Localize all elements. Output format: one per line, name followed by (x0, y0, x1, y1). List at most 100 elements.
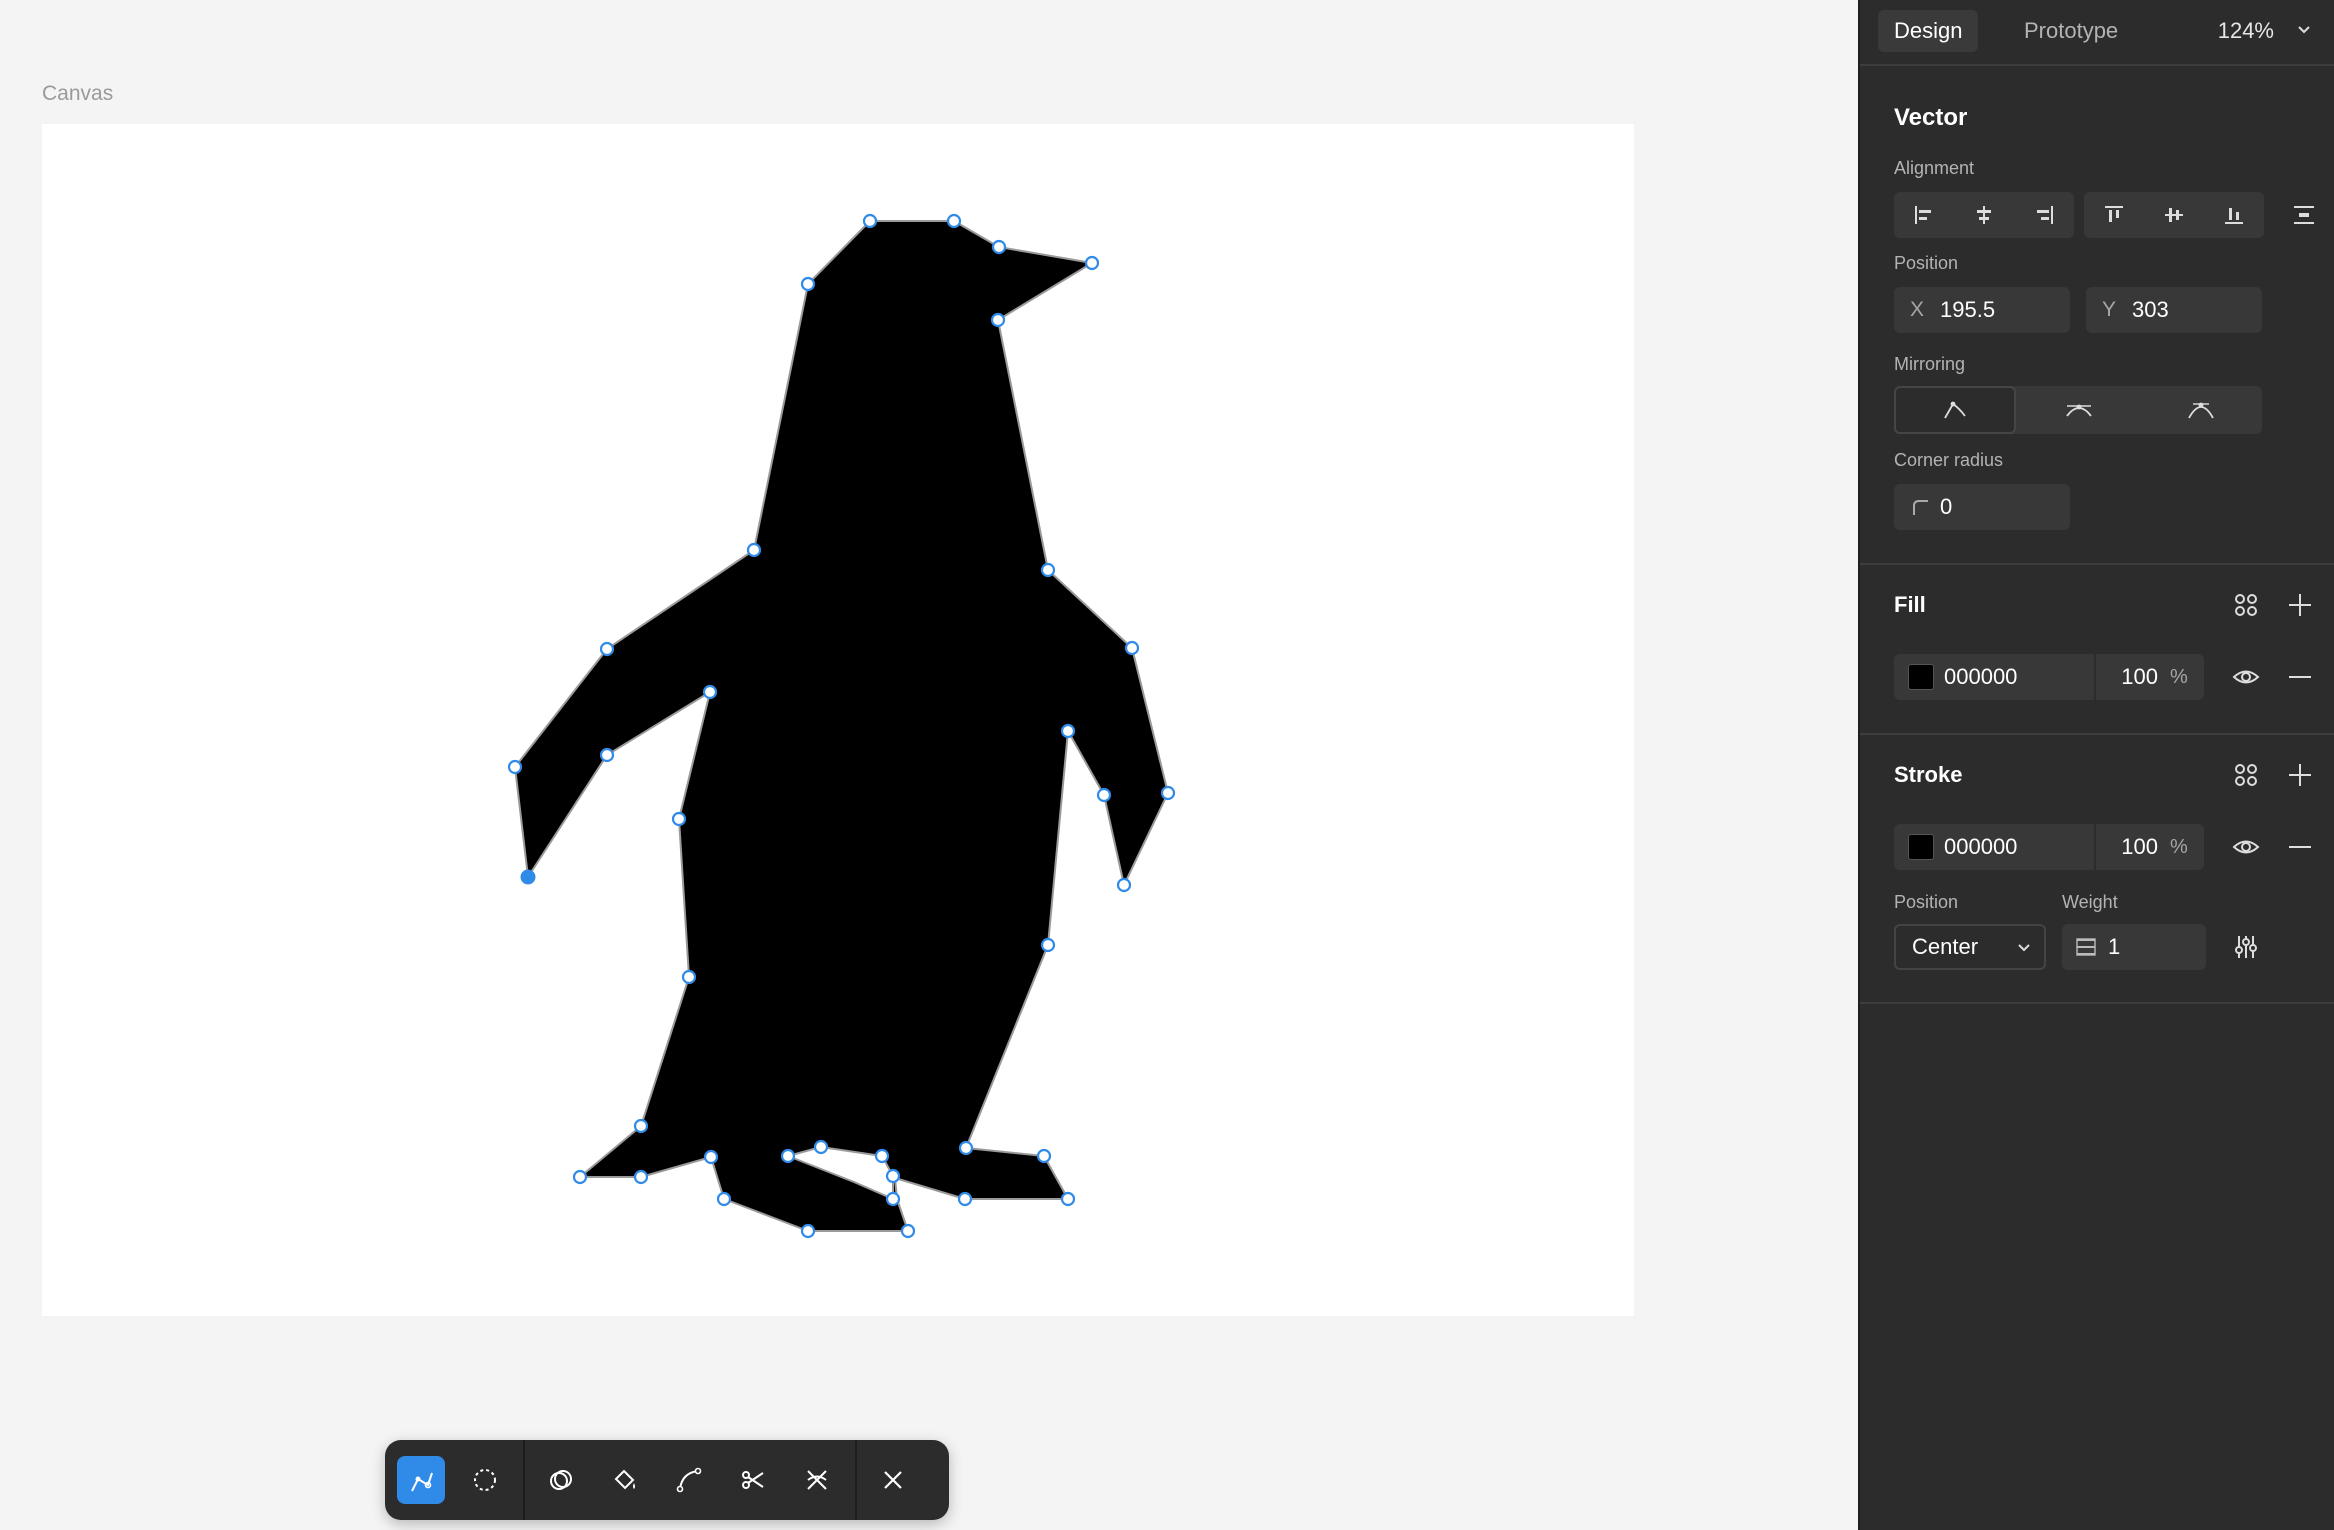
stroke-weight-label: Weight (2062, 892, 2118, 912)
stroke-hex-value[interactable]: 000000 (1944, 824, 2017, 870)
vector-anchor-point[interactable] (991, 239, 1007, 255)
shape-builder-button[interactable] (537, 1456, 585, 1504)
vector-anchor-point[interactable] (946, 213, 962, 229)
vector-anchor-point[interactable] (862, 213, 878, 229)
x-prefix: X (1910, 298, 1925, 321)
pen-curve-icon (676, 1467, 702, 1493)
mirror-none-button[interactable] (1894, 386, 2016, 434)
align-vertical-center-button[interactable] (2144, 192, 2204, 238)
stroke-visibility-button[interactable] (2228, 829, 2264, 865)
vector-anchor-point[interactable] (813, 1139, 829, 1155)
lasso-tool-button[interactable] (461, 1456, 509, 1504)
stroke-opacity-value[interactable]: 100 (2094, 824, 2158, 870)
add-fill-button[interactable] (2282, 587, 2318, 623)
zoom-level[interactable]: 124% (2218, 10, 2274, 52)
vector-anchor-point[interactable] (1116, 877, 1132, 893)
vector-anchor-point[interactable] (1124, 640, 1140, 656)
remove-stroke-button[interactable] (2282, 829, 2318, 865)
vector-anchor-point[interactable] (507, 759, 523, 775)
align-horizontal-center-button[interactable] (1954, 192, 2014, 238)
align-right-button[interactable] (2014, 192, 2074, 238)
fill-visibility-button[interactable] (2228, 659, 2264, 695)
vector-network-icon (807, 1470, 827, 1490)
vector-anchor-point[interactable] (800, 276, 816, 292)
fill-opacity-value[interactable]: 100 (2094, 654, 2158, 700)
vector-anchor-point[interactable] (1060, 1191, 1076, 1207)
fill-paint-row[interactable]: 000000 100 % (1894, 654, 2204, 700)
canvas-label: Canvas (42, 82, 114, 105)
vector-anchor-point[interactable] (874, 1148, 890, 1164)
add-stroke-button[interactable] (2282, 757, 2318, 793)
vector-anchor-point[interactable] (716, 1191, 732, 1207)
vector-anchor-point[interactable] (599, 747, 615, 763)
eye-icon (2232, 840, 2260, 854)
vector-anchor-point[interactable] (1060, 723, 1076, 739)
position-x-field[interactable]: X 195.5 (1894, 287, 2070, 333)
vector-anchor-point[interactable] (885, 1168, 901, 1184)
vector-network-button[interactable] (793, 1456, 841, 1504)
advanced-stroke-button[interactable] (2228, 929, 2264, 965)
y-prefix: Y (2102, 298, 2117, 321)
stroke-position-select[interactable]: Center (1894, 924, 2046, 970)
align-top-button[interactable] (2084, 192, 2144, 238)
corner-radius-value: 0 (1940, 494, 1953, 519)
align-top-icon (2105, 206, 2123, 222)
distribute-button[interactable] (2286, 197, 2322, 233)
stroke-styles-button[interactable] (2228, 757, 2264, 793)
vector-anchor-point[interactable] (1040, 937, 1056, 953)
close-edit-button[interactable] (869, 1456, 917, 1504)
stroke-opacity-unit: % (2170, 836, 2188, 858)
vector-anchor-point[interactable] (633, 1118, 649, 1134)
align-bottom-button[interactable] (2204, 192, 2264, 238)
vector-anchor-point[interactable] (957, 1191, 973, 1207)
stroke-position-label: Position (1894, 892, 1959, 912)
vector-anchor-point[interactable] (900, 1223, 916, 1239)
position-y-field[interactable]: Y 303 (2086, 287, 2262, 333)
section-divider (1860, 733, 2334, 735)
vector-anchor-point[interactable] (633, 1169, 649, 1185)
pen-tool-button[interactable] (665, 1456, 713, 1504)
mirror-angle-button[interactable] (2018, 386, 2140, 434)
vector-anchor-point[interactable] (702, 684, 718, 700)
paint-bucket-button[interactable] (601, 1456, 649, 1504)
vector-anchor-point[interactable] (1096, 787, 1112, 803)
stroke-paint-row[interactable]: 000000 100 % (1894, 824, 2204, 870)
vector-anchor-point[interactable] (599, 641, 615, 657)
remove-fill-button[interactable] (2282, 659, 2318, 695)
vector-anchor-point[interactable] (1160, 785, 1176, 801)
minus-icon (2289, 846, 2311, 848)
tab-prototype[interactable]: Prototype (2008, 10, 2134, 52)
vector-anchor-point[interactable] (746, 542, 762, 558)
selected-anchor-point[interactable] (520, 869, 536, 885)
vector-anchor-point[interactable] (780, 1148, 796, 1164)
plus-icon (2289, 594, 2311, 616)
vector-anchor-point[interactable] (1084, 255, 1100, 271)
vector-anchor-point[interactable] (572, 1169, 588, 1185)
align-horizontal-center-icon (1977, 206, 1991, 224)
vector-anchor-point[interactable] (681, 969, 697, 985)
vector-anchor-point[interactable] (671, 811, 687, 827)
align-left-button[interactable] (1894, 192, 1954, 238)
fill-hex-value[interactable]: 000000 (1944, 654, 2017, 700)
vector-anchor-point[interactable] (1040, 562, 1056, 578)
cut-tool-button[interactable] (729, 1456, 777, 1504)
vector-anchor-point[interactable] (1036, 1148, 1052, 1164)
mirror-angle-length-button[interactable] (2140, 386, 2262, 434)
vector-anchor-point[interactable] (800, 1223, 816, 1239)
vector-anchor-point[interactable] (703, 1149, 719, 1165)
fill-color-swatch[interactable] (1908, 664, 1934, 690)
corner-radius-field[interactable]: 0 (1894, 484, 2070, 530)
stroke-color-swatch[interactable] (1908, 834, 1934, 860)
vector-anchor-point[interactable] (990, 312, 1006, 328)
horizontal-alignment-group (1894, 192, 2074, 238)
position-x-value: 195.5 (1940, 297, 1996, 322)
mirror-angle-length-icon (2188, 402, 2214, 419)
tab-design[interactable]: Design (1878, 10, 1979, 52)
fill-styles-button[interactable] (2228, 587, 2264, 623)
vector-anchor-point[interactable] (885, 1191, 901, 1207)
bend-tool-button[interactable] (397, 1456, 445, 1504)
vector-anchor-point[interactable] (958, 1140, 974, 1156)
stroke-weight-field[interactable]: 1 (2062, 924, 2206, 970)
chevron-down-icon[interactable] (2296, 22, 2312, 38)
shape-builder-icon (550, 1470, 572, 1490)
